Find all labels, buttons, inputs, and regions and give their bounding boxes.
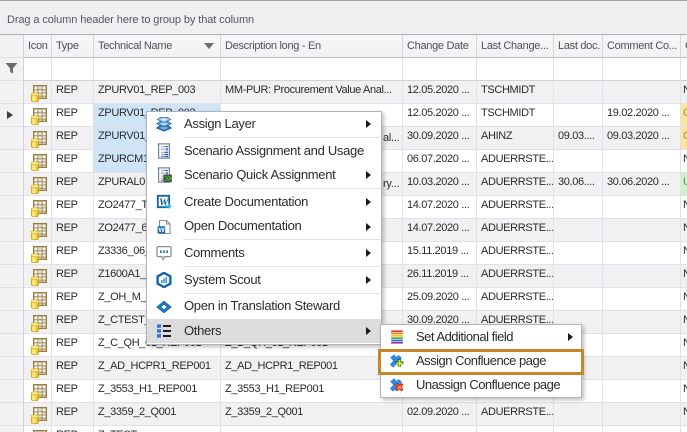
- svg-text:W: W: [158, 227, 165, 234]
